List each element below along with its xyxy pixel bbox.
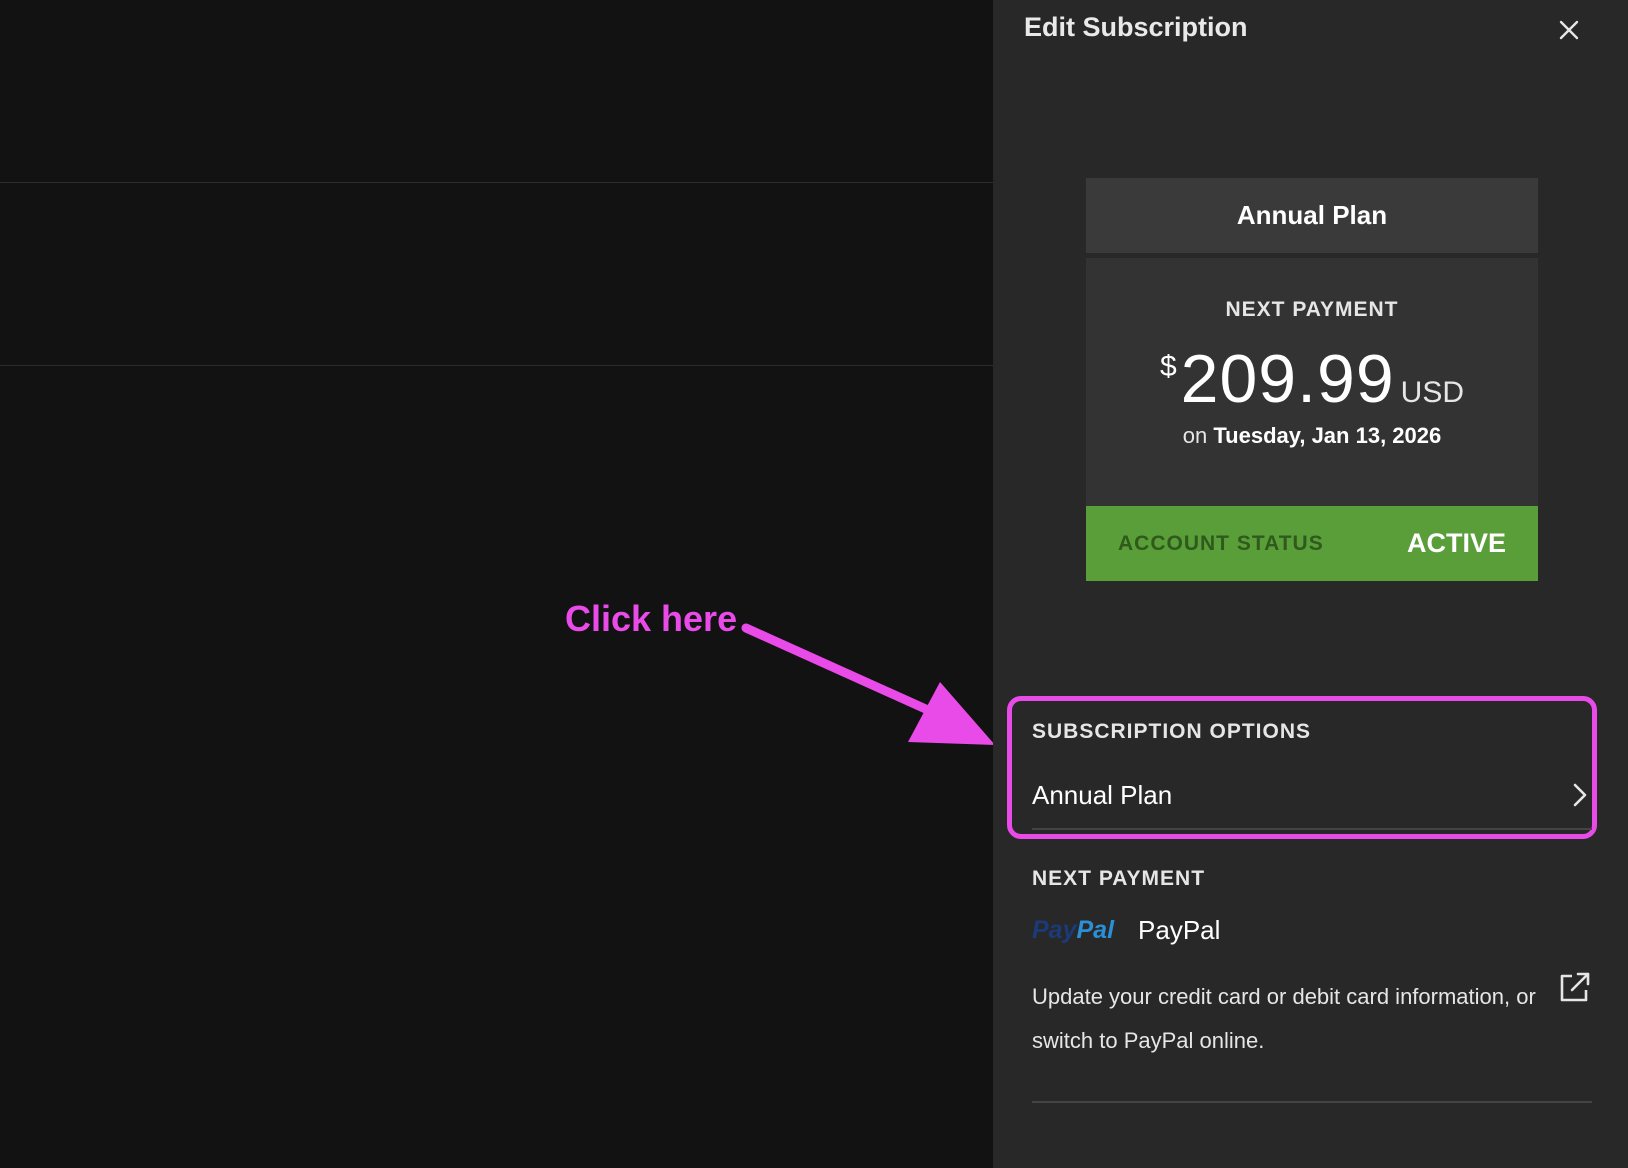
currency-symbol: $ xyxy=(1159,350,1177,383)
panel-header: Edit Subscription xyxy=(993,0,1628,60)
external-link-button[interactable] xyxy=(1558,970,1592,1004)
payment-method-row: PayPal PayPal xyxy=(1032,915,1220,946)
payment-date: Tuesday, Jan 13, 2026 xyxy=(1213,423,1442,448)
update-payment-text: Update your credit card or debit card in… xyxy=(1032,984,1536,1053)
payment-method-name: PayPal xyxy=(1138,915,1221,945)
payment-summary: NEXT PAYMENT $ 209.99 USD on Tuesday, Ja… xyxy=(1086,258,1538,506)
account-status-value: ACTIVE xyxy=(1406,528,1506,558)
next-payment-section-label: NEXT PAYMENT xyxy=(1032,867,1206,890)
page: Click here Edit Subscription Annual Plan… xyxy=(0,0,1628,1168)
payment-amount: 209.99 xyxy=(1180,341,1395,417)
divider xyxy=(1032,1101,1592,1103)
close-button[interactable] xyxy=(1553,14,1585,46)
external-link-icon xyxy=(1560,972,1590,1002)
background-area xyxy=(0,0,993,1168)
plan-card: Annual Plan NEXT PAYMENT $ 209.99 USD on… xyxy=(1086,178,1538,581)
panel-title: Edit Subscription xyxy=(1024,12,1248,42)
account-status-bar: ACCOUNT STATUS ACTIVE xyxy=(1086,506,1538,581)
annotation-label: Click here xyxy=(565,598,738,639)
currency-code: USD xyxy=(1400,376,1464,409)
payment-date-row: on Tuesday, Jan 13, 2026 xyxy=(1086,423,1538,449)
edit-subscription-panel: Edit Subscription Annual Plan NEXT PAYME… xyxy=(993,0,1628,1168)
plan-name: Annual Plan xyxy=(1086,178,1538,253)
divider xyxy=(0,365,993,366)
subscription-options-value: Annual Plan xyxy=(1032,779,1173,810)
amount-row: $ 209.99 USD xyxy=(1086,340,1538,418)
date-prefix: on xyxy=(1182,423,1208,448)
paypal-logo: PayPal xyxy=(1032,916,1115,944)
close-icon xyxy=(1559,20,1579,40)
next-payment-label: NEXT PAYMENT xyxy=(1225,298,1399,321)
chevron-right-icon xyxy=(1573,783,1587,807)
account-status-label: ACCOUNT STATUS xyxy=(1118,531,1324,555)
subscription-options-row[interactable]: Annual Plan xyxy=(1032,762,1592,830)
divider xyxy=(0,182,993,183)
subscription-options-label: SUBSCRIPTION OPTIONS xyxy=(1032,720,1312,743)
annotation-arrow-icon xyxy=(741,623,995,745)
